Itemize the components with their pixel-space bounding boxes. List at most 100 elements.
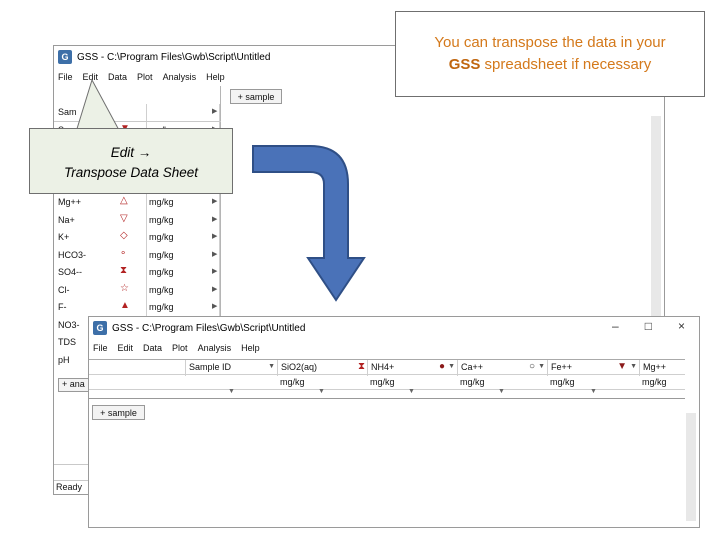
callout-line: Edit → [110, 145, 152, 160]
marker-symbol-icon[interactable]: ▽ [120, 213, 128, 224]
menu-analysis[interactable]: Analysis [163, 72, 197, 82]
unit-cell[interactable]: mg/kg [550, 377, 575, 387]
expand-right-icon[interactable]: ▶ [212, 250, 217, 258]
column-label: NH4+ [371, 362, 395, 372]
marker-symbol-icon[interactable]: ⧗ [358, 361, 365, 372]
analyte-row[interactable]: Na+ ▽ mg/kg ▶ [54, 212, 221, 230]
maximize-icon[interactable]: □ [645, 319, 652, 333]
column-header-sample-id[interactable]: Sample ID ▼ [185, 360, 277, 376]
analyte-name: Na+ [58, 214, 75, 225]
analyte-unit[interactable]: mg/kg [149, 215, 174, 225]
analyte-name: pH [58, 354, 70, 365]
unit-cell[interactable]: mg/kg [280, 377, 305, 387]
callout-text: spreadsheet if necessary [480, 56, 652, 73]
gss-app-icon: G [58, 50, 72, 64]
expand-right-icon[interactable]: ▶ [212, 267, 217, 275]
callout-line: GSS spreadsheet if necessary [396, 54, 704, 76]
analyte-row[interactable]: F- ▲ mg/kg ▶ [54, 299, 221, 317]
add-sample-button[interactable]: + sample [230, 89, 282, 104]
menu-data[interactable]: Data [143, 343, 162, 353]
callout-line: Transpose Data Sheet [63, 165, 199, 180]
callout-pointer [75, 80, 121, 132]
dropdown-arrow-icon[interactable]: ▼ [448, 363, 455, 370]
unit-cell[interactable]: mg/kg [642, 377, 667, 387]
column-label: Mg++ [643, 362, 667, 372]
column-header-nh4[interactable]: NH4+ ● ▼ [367, 360, 457, 376]
analyte-name: TDS [58, 337, 76, 347]
expand-right-icon[interactable]: ▶ [212, 197, 217, 205]
expand-right-icon[interactable]: ▶ [212, 285, 217, 293]
instruction-callout: Edit → Transpose Data Sheet [29, 128, 233, 194]
column-label: Fe++ [551, 362, 573, 372]
marker-symbol-icon[interactable]: ◇ [120, 230, 128, 241]
analyte-row[interactable]: K+ ◇ mg/kg ▶ [54, 229, 221, 247]
close-icon[interactable]: × [678, 319, 685, 333]
unit-cell[interactable]: mg/kg [460, 377, 485, 387]
marker-symbol-icon[interactable]: ⧗ [120, 265, 127, 276]
analyte-name: SO4-- [58, 267, 83, 277]
info-callout: You can transpose the data in your GSS s… [395, 11, 705, 97]
marker-symbol-icon[interactable]: ▼ [617, 361, 627, 372]
menu-file[interactable]: File [93, 343, 108, 353]
analyte-row[interactable]: HCO3- ∘ mg/kg ▶ [54, 247, 221, 265]
column-header-ca[interactable]: Ca++ ○ ▼ [457, 360, 547, 376]
column-label: Sample ID [189, 362, 232, 372]
analyte-unit[interactable]: mg/kg [149, 197, 174, 207]
analyte-unit[interactable]: mg/kg [149, 232, 174, 242]
column-header-fe[interactable]: Fe++ ▼ ▼ [547, 360, 639, 376]
window-controls: – □ × [612, 319, 685, 333]
vertical-scrollbar[interactable] [686, 413, 696, 521]
marker-symbol-icon[interactable]: ☆ [120, 283, 129, 294]
window-title: GSS - C:\Program Files\Gwb\Script\Untitl… [112, 322, 306, 334]
column-header-row: Sample ID ▼ SiO2(aq) ⧗ NH4+ ● ▼ Ca++ ○ ▼… [89, 359, 685, 376]
marker-symbol-icon[interactable]: ● [439, 361, 445, 372]
column-header-sio2[interactable]: SiO2(aq) ⧗ [277, 360, 367, 376]
expand-right-icon[interactable]: ▶ [212, 215, 217, 223]
column-menu-arrow-icon[interactable]: ▼ [590, 388, 597, 395]
analyte-row[interactable]: SO4-- ⧗ mg/kg ▶ [54, 264, 221, 282]
marker-symbol-icon[interactable]: ▲ [120, 300, 130, 311]
expand-right-icon[interactable]: ▶ [212, 232, 217, 240]
dropdown-arrow-icon[interactable]: ▼ [538, 363, 545, 370]
analyte-unit[interactable]: mg/kg [149, 285, 174, 295]
menu-plot[interactable]: Plot [137, 72, 153, 82]
marker-symbol-icon[interactable]: △ [120, 195, 128, 206]
gss-brand: GSS [448, 56, 481, 73]
window-title: GSS - C:\Program Files\Gwb\Script\Untitl… [77, 51, 271, 63]
analyte-name: HCO3- [58, 249, 87, 260]
analyte-name: NO3- [58, 319, 80, 330]
analyte-unit[interactable]: mg/kg [149, 302, 174, 312]
add-sample-button[interactable]: + sample [92, 405, 145, 420]
column-header-mg[interactable]: Mg++ [639, 360, 685, 376]
menu-bar: File Edit Data Plot Analysis Help [89, 339, 699, 357]
analyte-name: F- [58, 302, 67, 312]
analyte-row[interactable]: Mg++ △ mg/kg ▶ [54, 194, 221, 212]
callout-line: You can transpose the data in your [434, 34, 666, 51]
dropdown-arrow-icon[interactable]: ▼ [630, 363, 637, 370]
analyte-row[interactable]: Cl- ☆ mg/kg ▶ [54, 282, 221, 300]
analyte-name: Mg++ [58, 197, 82, 207]
column-menu-arrow-icon[interactable]: ▼ [498, 388, 505, 395]
unit-cell[interactable]: mg/kg [370, 377, 395, 387]
title-bar: G GSS - C:\Program Files\Gwb\Script\Unti… [89, 317, 699, 339]
minimize-icon[interactable]: – [612, 319, 619, 333]
dropdown-arrow-icon[interactable]: ▼ [268, 363, 275, 370]
analyte-unit[interactable]: mg/kg [149, 267, 174, 277]
menu-plot[interactable]: Plot [172, 343, 188, 353]
menu-help[interactable]: Help [206, 72, 225, 82]
menu-edit[interactable]: Edit [118, 343, 134, 353]
column-menu-arrow-icon[interactable]: ▼ [228, 388, 235, 395]
gss-window-transposed: G GSS - C:\Program Files\Gwb\Script\Unti… [88, 316, 700, 528]
column-menu-row: ▼ ▼ ▼ ▼ ▼ [89, 388, 685, 399]
column-menu-arrow-icon[interactable]: ▼ [408, 388, 415, 395]
marker-symbol-icon[interactable]: ○ [529, 361, 535, 372]
menu-help[interactable]: Help [241, 343, 260, 353]
column-label: Ca++ [461, 362, 484, 372]
analyte-unit[interactable]: mg/kg [149, 250, 174, 260]
marker-symbol-icon[interactable]: ∘ [120, 248, 126, 259]
column-menu-arrow-icon[interactable]: ▼ [318, 388, 325, 395]
expand-right-icon[interactable]: ▶ [212, 107, 217, 115]
menu-analysis[interactable]: Analysis [198, 343, 232, 353]
analyte-name: Cl- [58, 284, 70, 295]
expand-right-icon[interactable]: ▶ [212, 302, 217, 310]
